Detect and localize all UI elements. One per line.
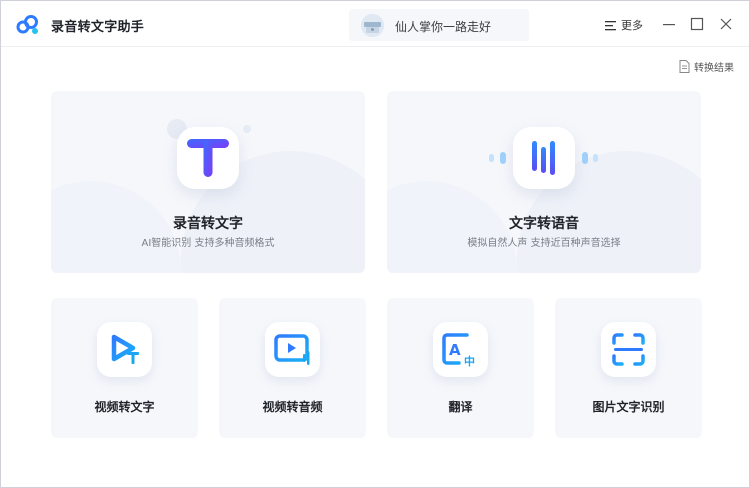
card-subtitle: AI智能识别 支持多种音频格式 [141, 238, 275, 249]
card-subtitle: 模拟自然人声 支持近百种声音选择 [467, 238, 621, 249]
conversion-results-button[interactable]: 转换结果 [679, 59, 734, 74]
feature-card-video-to-audio[interactable]: 视频转音频 [219, 298, 366, 438]
card-title: 视频转文字 [94, 400, 155, 414]
user-name[interactable]: 仙人掌你一路走好 [395, 18, 491, 35]
card-title: 翻译 [448, 400, 473, 414]
text-t-icon [177, 127, 239, 189]
app-window: 录音转文字助手 仙人掌你一路走好 更多 转换结果 录音转文字 AI智能识别 支持… [0, 0, 750, 488]
document-icon [679, 60, 690, 73]
sound-wave-icon [513, 127, 575, 189]
wave-bar-decoration [489, 154, 494, 162]
svg-text:A: A [449, 341, 461, 359]
card-title: 图片文字识别 [592, 400, 665, 414]
maximize-button[interactable] [690, 17, 704, 31]
avatar[interactable] [361, 14, 384, 37]
close-button[interactable] [719, 17, 733, 31]
card-title: 视频转音频 [262, 400, 323, 414]
user-profile[interactable]: 仙人掌你一路走好 [349, 9, 529, 41]
wave-bar-decoration [593, 154, 598, 162]
menu-icon [605, 20, 617, 31]
feature-card-video-to-text[interactable]: 视频转文字 [51, 298, 198, 438]
conversion-results-label: 转换结果 [694, 63, 734, 74]
app-title: 录音转文字助手 [51, 20, 145, 35]
app-logo-icon [16, 14, 40, 36]
card-title: 文字转语音 [509, 216, 579, 232]
feature-card-audio-to-text[interactable]: 录音转文字 AI智能识别 支持多种音频格式 [51, 91, 365, 273]
video-to-text-icon [97, 322, 152, 377]
feature-card-translate[interactable]: A 中 翻译 [387, 298, 534, 438]
svg-text:中: 中 [464, 354, 475, 368]
wave-bar-decoration [582, 152, 588, 164]
scan-icon [601, 322, 656, 377]
wave-bar-decoration [500, 152, 506, 164]
translate-icon: A 中 [433, 322, 488, 377]
card-decoration [243, 125, 251, 133]
minimize-button[interactable] [662, 17, 676, 31]
more-menu-button[interactable]: 更多 [605, 17, 643, 33]
title-bar: 录音转文字助手 仙人掌你一路走好 更多 [1, 1, 749, 47]
video-to-audio-icon [265, 322, 320, 377]
feature-card-text-to-speech[interactable]: 文字转语音 模拟自然人声 支持近百种声音选择 [387, 91, 701, 273]
card-title: 录音转文字 [173, 216, 243, 232]
more-label: 更多 [621, 19, 643, 32]
feature-card-image-ocr[interactable]: 图片文字识别 [555, 298, 702, 438]
